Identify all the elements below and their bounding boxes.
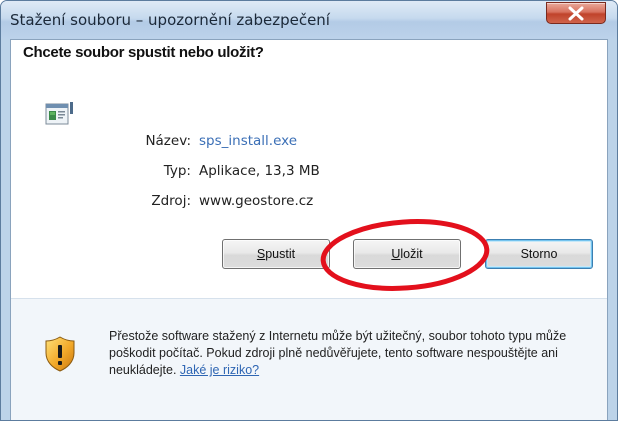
close-button[interactable]: [546, 2, 606, 24]
window-title: Stažení souboru – upozornění zabezpečení: [10, 11, 330, 29]
source-label: Zdroj:: [151, 193, 191, 209]
file-source-value: www.geostore.cz: [199, 193, 314, 209]
run-button[interactable]: Spustit: [222, 239, 330, 269]
warning-text: Přestože software stažený z Internetu mů…: [109, 329, 567, 377]
file-type-value: Aplikace, 13,3 MB: [199, 163, 320, 179]
application-file-icon: [45, 102, 73, 125]
run-button-mnemonic: S: [256, 247, 266, 261]
file-name-value: sps_install.exe: [199, 133, 298, 149]
dialog-question: Chcete soubor spustit nebo uložit?: [23, 44, 264, 61]
cancel-button[interactable]: Storno: [485, 239, 593, 269]
highlight-ring-annotation: [320, 219, 490, 291]
close-icon: [568, 6, 584, 21]
run-button-label: pustit: [265, 247, 296, 261]
name-label: Název:: [145, 133, 191, 149]
warning-message: Přestože software stažený z Internetu mů…: [109, 328, 599, 379]
risk-link[interactable]: Jaké je riziko?: [180, 363, 259, 377]
security-shield-icon: [45, 336, 75, 372]
download-security-dialog: Stažení souboru – upozornění zabezpečení…: [0, 0, 618, 421]
type-label: Typ:: [163, 163, 191, 179]
title-bar[interactable]: Stažení souboru – upozornění zabezpečení: [1, 1, 617, 39]
